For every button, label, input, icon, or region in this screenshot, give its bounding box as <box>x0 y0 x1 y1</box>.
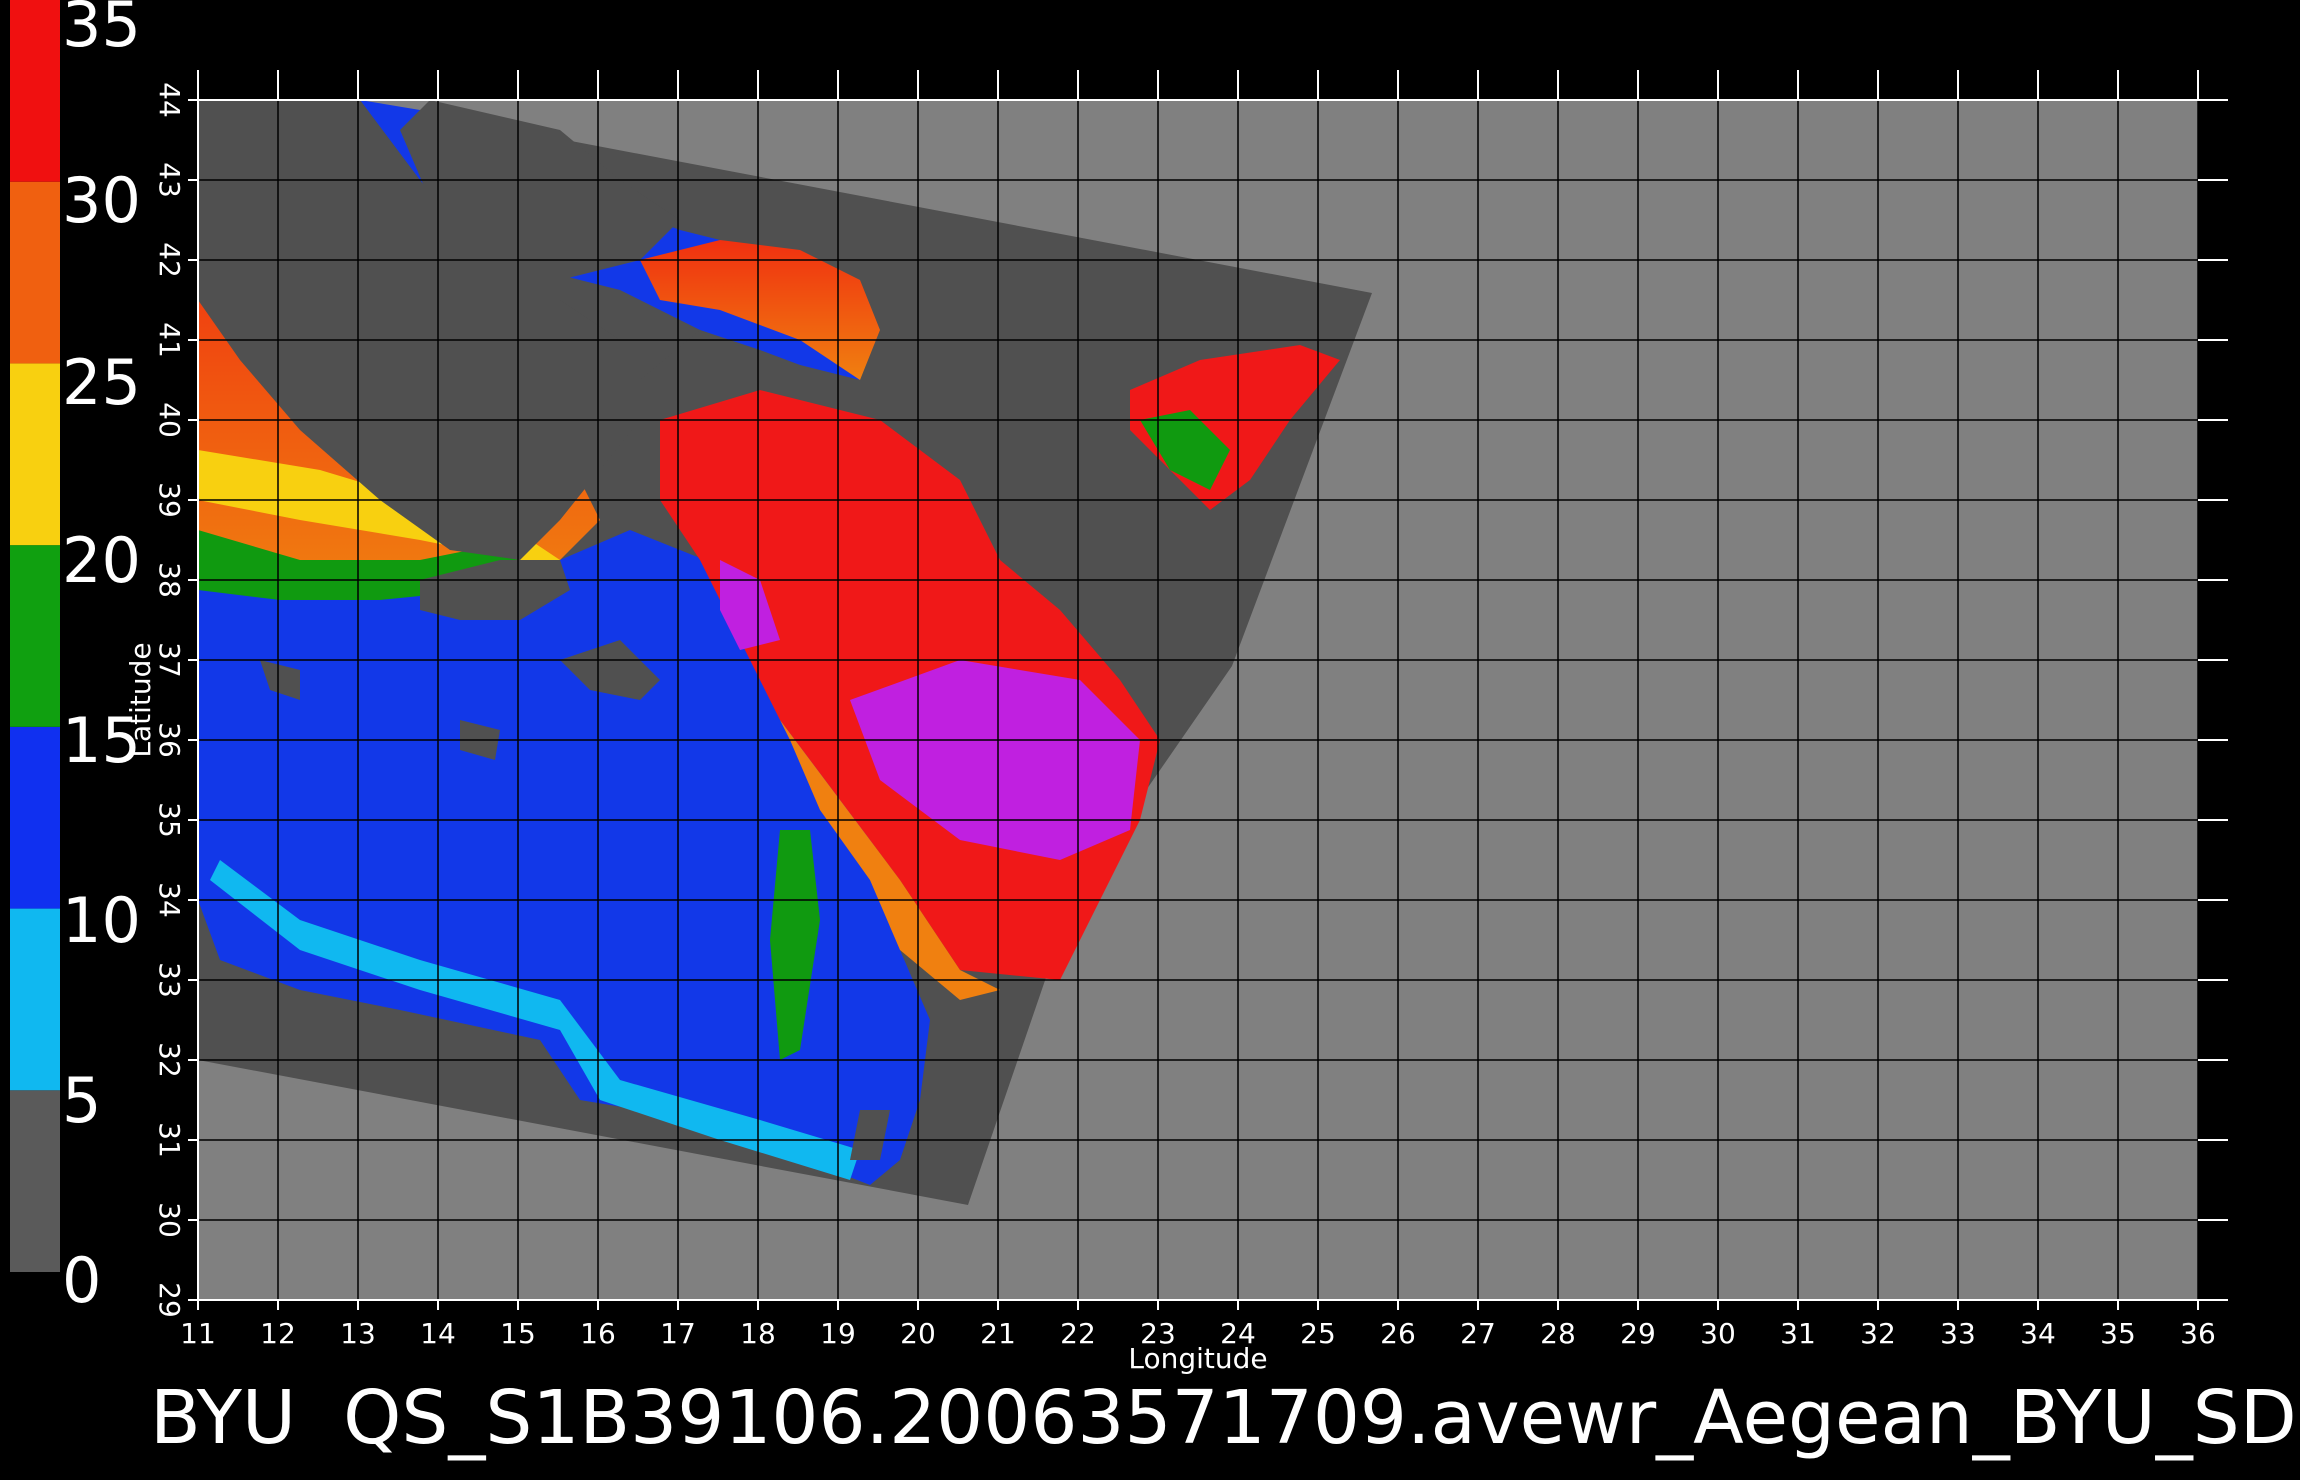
lat-tick-label: 44 <box>153 82 186 118</box>
lat-tick-label: 33 <box>153 962 186 998</box>
colorbar-label-15: 15 <box>62 704 141 777</box>
lon-tick-label: 16 <box>580 1317 616 1350</box>
wind-map: 11 12 13 14 15 16 17 18 19 20 21 22 23 24 25 26 27 28 29 30… <box>10 0 2228 1375</box>
lon-tick-label: 34 <box>2020 1317 2056 1350</box>
lat-tick-label: 30 <box>153 1202 186 1238</box>
x-axis-label: Longitude <box>1128 1342 1267 1375</box>
lon-tick-label: 19 <box>820 1317 856 1350</box>
lat-tick-label: 38 <box>153 562 186 598</box>
lon-tick-label: 33 <box>1940 1317 1976 1350</box>
colorbar-segment <box>10 0 60 182</box>
lon-tick-label: 31 <box>1780 1317 1816 1350</box>
lon-tick-label: 20 <box>900 1317 936 1350</box>
lon-tick-label: 29 <box>1620 1317 1656 1350</box>
colorbar-label-25: 25 <box>62 346 141 419</box>
colorbar-segment <box>10 1090 60 1272</box>
lon-tick-label: 27 <box>1460 1317 1496 1350</box>
lon-tick-label: 30 <box>1700 1317 1736 1350</box>
lon-tick-label: 14 <box>420 1317 456 1350</box>
lat-tick-label: 43 <box>153 162 186 198</box>
colorbar-label-20: 20 <box>62 524 141 597</box>
colorbar-segment <box>10 363 60 546</box>
lon-tick-label: 32 <box>1860 1317 1896 1350</box>
lat-tick-labels: 29 30 31 32 33 34 35 36 37 38 39 40 41 42 43 44 <box>153 82 186 1318</box>
lat-tick-label: 41 <box>153 322 186 358</box>
lon-tick-label: 35 <box>2100 1317 2136 1350</box>
lat-tick-label: 34 <box>153 882 186 918</box>
colorbar-label-10: 10 <box>62 884 141 957</box>
lon-tick-label: 21 <box>980 1317 1016 1350</box>
lat-tick-label: 36 <box>153 722 186 758</box>
lat-tick-label: 31 <box>153 1122 186 1158</box>
lon-tick-label: 15 <box>500 1317 536 1350</box>
lat-tick-label: 29 <box>153 1282 186 1318</box>
colorbar-segment <box>10 726 60 909</box>
colorbar-label-30: 30 <box>62 164 141 237</box>
lat-tick-label: 37 <box>153 642 186 678</box>
lat-tick-label: 35 <box>153 802 186 838</box>
lon-tick-label: 22 <box>1060 1317 1096 1350</box>
lat-tick-label: 40 <box>153 402 186 438</box>
colorbar-label-35: 35 <box>62 0 141 61</box>
lon-tick-label: 17 <box>660 1317 696 1350</box>
lon-tick-label: 25 <box>1300 1317 1336 1350</box>
lat-tick-label: 39 <box>153 482 186 518</box>
colorbar-segment <box>10 545 60 727</box>
lon-tick-label: 36 <box>2180 1317 2216 1350</box>
lat-tick-label: 32 <box>153 1042 186 1078</box>
colorbar <box>10 0 60 1272</box>
lat-tick-label: 42 <box>153 242 186 278</box>
colorbar-label-5: 5 <box>62 1064 102 1137</box>
lon-tick-label: 12 <box>260 1317 296 1350</box>
colorbar-segment <box>10 908 60 1091</box>
colorbar-label-0: 0 <box>62 1244 102 1317</box>
lon-tick-label: 26 <box>1380 1317 1416 1350</box>
lon-tick-label: 13 <box>340 1317 376 1350</box>
colorbar-segment <box>10 181 60 364</box>
lon-tick-label: 28 <box>1540 1317 1576 1350</box>
lon-tick-label: 11 <box>180 1317 216 1350</box>
lon-tick-label: 18 <box>740 1317 776 1350</box>
product-filename: BYU QS_S1B39106.20063571709.avewr_Aegean… <box>150 1375 2300 1461</box>
